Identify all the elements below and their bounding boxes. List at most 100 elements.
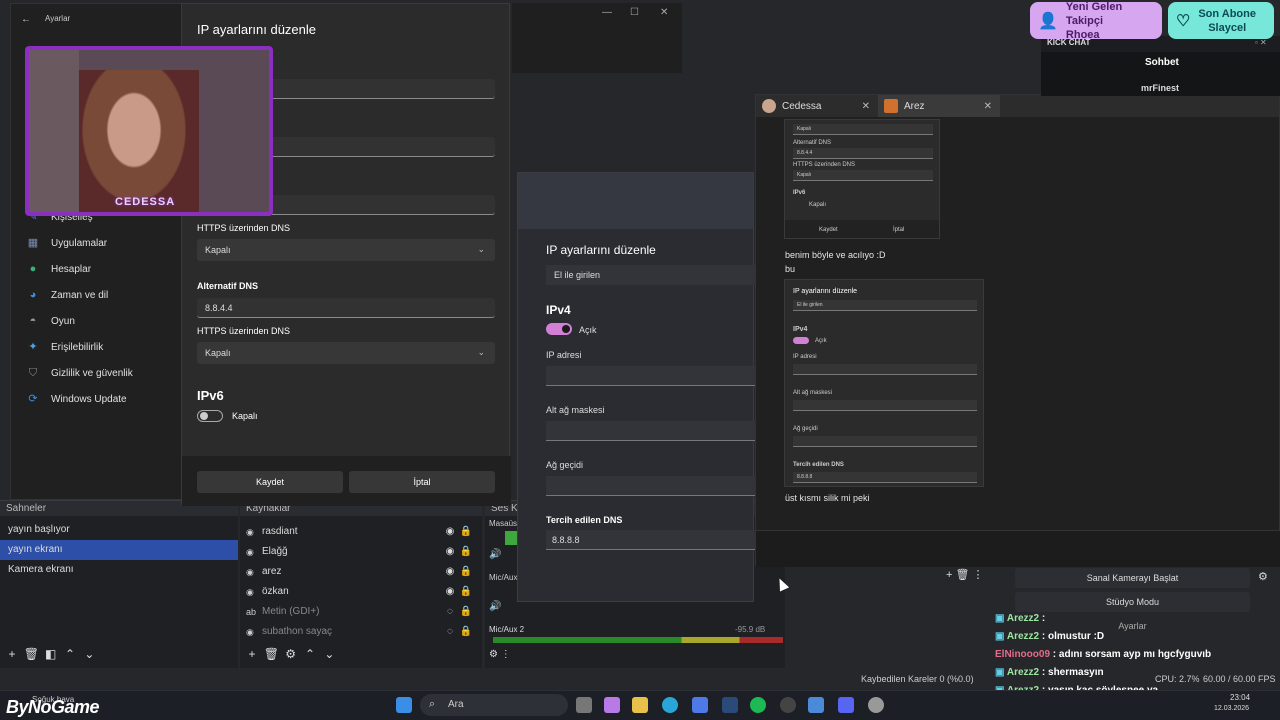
source-item[interactable]: ◉ özkan ◉ 🔒 (240, 582, 474, 602)
screenshot-thumbnail[interactable]: IP ayarlarını düzenle El ile girilen IPv… (784, 279, 984, 487)
more-icon[interactable]: ⋮ (973, 569, 984, 581)
source-item[interactable]: ◉ arez ◉ 🔒 (240, 562, 474, 582)
delete-source-button[interactable]: 🗑 (263, 647, 279, 661)
nav-item-apps[interactable]: ▦ Uygulamalar (11, 230, 181, 256)
eye-icon[interactable]: ◉ (442, 582, 458, 602)
source-item[interactable]: ◉ Elağğ ◉ 🔒 (240, 542, 474, 562)
settings-app-icon[interactable] (868, 697, 884, 713)
move-down-button[interactable]: ⌄ (321, 647, 337, 661)
globe-icon: ◉ (246, 587, 254, 597)
gear-icon[interactable]: ⚙ (1258, 570, 1268, 583)
lock-icon[interactable]: 🔒 (458, 582, 474, 602)
account-icon: ● (29, 263, 37, 275)
close-icon[interactable]: ✕ (660, 7, 668, 18)
avatar (884, 99, 898, 113)
scene-item[interactable]: yayın başlıyor (0, 520, 238, 540)
gateway-field[interactable] (546, 476, 755, 496)
add-icon[interactable]: + (946, 569, 952, 581)
maximize-icon[interactable]: ☐ (630, 7, 639, 18)
steam-icon[interactable] (722, 697, 738, 713)
delete-icon[interactable]: 🗑 (956, 569, 970, 581)
alt-dns-field[interactable]: 8.8.4.4 (197, 298, 495, 318)
nav-item-gaming[interactable]: ◓ Oyun (11, 308, 181, 334)
start-icon[interactable] (396, 697, 412, 713)
store-icon[interactable] (692, 697, 708, 713)
lock-icon[interactable]: 🔒 (458, 562, 474, 582)
add-source-button[interactable]: + (244, 647, 260, 661)
nav-label: Uygulamalar (51, 237, 108, 249)
source-item[interactable]: ◉ rasdiant ◉ 🔒 (240, 522, 474, 542)
ipv6-toggle[interactable] (197, 410, 223, 422)
tab-arez[interactable]: Arez ✕ (878, 95, 1000, 117)
obs-icon[interactable] (780, 697, 796, 713)
subscriber-name: Slaycel (1208, 21, 1247, 34)
badge-icon: ▣ (995, 667, 1005, 678)
photos-icon[interactable] (808, 697, 824, 713)
speaker-icon[interactable]: 🔊 (489, 601, 501, 612)
scene-item-selected[interactable]: yayın ekranı (0, 540, 238, 560)
minimize-icon[interactable]: — (602, 7, 612, 18)
lock-icon[interactable]: 🔒 (458, 602, 474, 622)
close-icon[interactable]: ✕ (862, 101, 870, 112)
move-down-button[interactable]: ⌄ (81, 647, 97, 661)
scene-item[interactable]: Kamera ekranı (0, 560, 238, 580)
mode-select[interactable]: El ile girilen (546, 265, 755, 285)
lock-icon[interactable]: 🔒 (458, 542, 474, 562)
source-item[interactable]: ab Metin (GDI+) ◌ 🔒 (240, 602, 474, 622)
select-value: Kapalı (205, 245, 231, 255)
dns-field[interactable]: 8.8.8.8 (546, 530, 755, 550)
apps-icon: ▦ (27, 237, 39, 249)
eye-icon[interactable]: ◉ (442, 542, 458, 562)
https-dns-label: HTTPS üzerinden DNS (197, 326, 291, 336)
ipv4-state: Açık (579, 325, 597, 335)
https-dns-select[interactable]: Kapalı ⌄ (197, 342, 495, 364)
nav-item-windows-update[interactable]: ⟳ Windows Update (11, 386, 181, 412)
ip-field[interactable] (546, 366, 755, 386)
gear-icon[interactable]: ⚙ (283, 647, 299, 661)
lock-icon[interactable]: 🔒 (458, 522, 474, 542)
screenshot-thumbnail[interactable]: Kapalı Alternatif DNS 8.8.4.4 HTTPS üzer… (784, 119, 940, 239)
ip-label: IP adresi (546, 350, 582, 360)
close-icon[interactable]: ✕ (984, 101, 992, 112)
mixer-settings-icon[interactable]: ⚙ ⋮ (489, 649, 511, 660)
cancel-button[interactable]: İptal (349, 471, 495, 493)
source-item[interactable]: ◉ subathon sayaç ◌ 🔒 (240, 622, 474, 642)
taskview-icon[interactable] (576, 697, 592, 713)
move-up-button[interactable]: ⌃ (62, 647, 78, 661)
move-up-button[interactable]: ⌃ (302, 647, 318, 661)
nav-item-privacy[interactable]: ⛉ Gizlilik ve güvenlik (11, 360, 181, 386)
source-name: Elağğ (262, 546, 288, 557)
taskbar-search[interactable]: ⌕ Ara (420, 694, 568, 716)
spotify-icon[interactable] (750, 697, 766, 713)
ipv4-toggle[interactable] (546, 323, 572, 335)
subnet-field[interactable] (546, 421, 755, 441)
chat-username: mrFinest (1141, 83, 1180, 93)
filter-scene-button[interactable]: ◧ (43, 647, 59, 661)
studio-mode-button[interactable]: Stüdyo Modu (1015, 592, 1250, 612)
chat-line: ▣ Arezz2 : shermasyın (995, 667, 1104, 678)
thumb-toggle (793, 337, 809, 344)
nav-item-time-language[interactable]: ◕ Zaman ve dil (11, 282, 181, 308)
https-dns-select[interactable]: Kapalı ⌄ (197, 239, 495, 261)
eye-hidden-icon[interactable]: ◌ (442, 622, 458, 642)
add-scene-button[interactable]: + (4, 647, 20, 661)
discord-icon[interactable] (838, 697, 854, 713)
copilot-icon[interactable] (604, 697, 620, 713)
speaker-icon[interactable]: 🔊 (489, 549, 501, 560)
chat-text: : olmustur :D (1039, 631, 1105, 642)
lock-icon[interactable]: 🔒 (458, 622, 474, 642)
nav-item-accounts[interactable]: ● Hesaplar (11, 256, 181, 282)
eye-icon[interactable]: ◉ (442, 562, 458, 582)
back-arrow-icon[interactable]: ← (21, 14, 31, 25)
save-button[interactable]: Kaydet (197, 471, 343, 493)
message-input[interactable] (756, 530, 1280, 567)
dock-close-icon[interactable]: ▫ ✕ (1255, 38, 1267, 47)
virtual-camera-button[interactable]: Sanal Kamerayı Başlat (1015, 568, 1250, 588)
folder-icon[interactable] (632, 697, 648, 713)
edge-icon[interactable] (662, 697, 678, 713)
eye-icon[interactable]: ◉ (442, 522, 458, 542)
tab-cedessa[interactable]: Cedessa ✕ (756, 95, 878, 117)
delete-scene-button[interactable]: 🗑 (23, 647, 39, 661)
nav-item-accessibility[interactable]: ✦ Erişilebilirlik (11, 334, 181, 360)
eye-hidden-icon[interactable]: ◌ (442, 602, 458, 622)
